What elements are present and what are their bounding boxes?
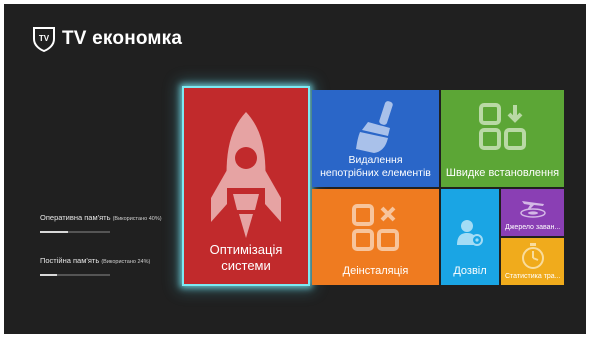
tile-download-source-label: Джерело заван...	[505, 224, 561, 232]
tile-permission[interactable]: Дозвіл	[441, 189, 499, 285]
tile-delete-label-1: Видалення	[348, 153, 403, 166]
ram-progress-fill	[40, 231, 68, 233]
rom-detail: (Використано 24%)	[101, 259, 151, 265]
app-title: TV економка	[62, 28, 183, 49]
tile-traffic-statistics-label: Статистика тра...	[505, 273, 561, 281]
tile-optimize-label-1: Оптимізація	[209, 241, 283, 257]
rom-label: Постійна пам'ять	[40, 256, 100, 265]
ram-usage: Оперативна пам'ять (Використано 40%)	[40, 213, 190, 233]
tile-permission-label: Дозвіл	[453, 265, 487, 278]
rocket-icon	[211, 112, 281, 238]
rom-usage: Постійна пам'ять (Використано 24%)	[40, 256, 190, 276]
tile-quick-install[interactable]: Швидке встановлення	[441, 90, 564, 187]
tile-uninstall[interactable]: Деінсталяція	[312, 189, 439, 285]
tv-screen: TV TV економка Оперативна пам'ять (Викор…	[4, 4, 586, 334]
broom-icon	[355, 101, 393, 153]
tile-delete-label-2: непотрібних елементів	[320, 166, 431, 179]
tile-optimize-system[interactable]: Оптимізація системи	[182, 86, 310, 286]
rom-progress-bar	[40, 274, 110, 276]
app-header: TV TV економка	[32, 26, 182, 52]
install-grid-icon	[478, 103, 526, 150]
tile-delete-junk[interactable]: Видалення непотрібних елементів	[312, 90, 439, 187]
remove-grid-icon	[351, 204, 399, 251]
tile-uninstall-label: Деінсталяція	[342, 265, 409, 278]
ram-progress-bar	[40, 231, 110, 233]
tile-optimize-label-2: системи	[221, 257, 271, 273]
tile-quick-install-label: Швидке встановлення	[445, 167, 560, 180]
svg-text:TV: TV	[39, 34, 50, 43]
ram-detail: (Використано 40%)	[112, 216, 162, 222]
tv-shield-icon: TV	[33, 27, 55, 52]
airplane-target-icon	[519, 201, 546, 218]
stopwatch-icon	[521, 243, 544, 269]
user-gear-icon	[457, 220, 483, 246]
rom-progress-fill	[40, 274, 57, 276]
ram-label: Оперативна пам'ять	[40, 213, 111, 222]
tile-download-source[interactable]: Джерело заван...	[501, 189, 564, 236]
tile-traffic-statistics[interactable]: Статистика тра...	[501, 238, 564, 285]
